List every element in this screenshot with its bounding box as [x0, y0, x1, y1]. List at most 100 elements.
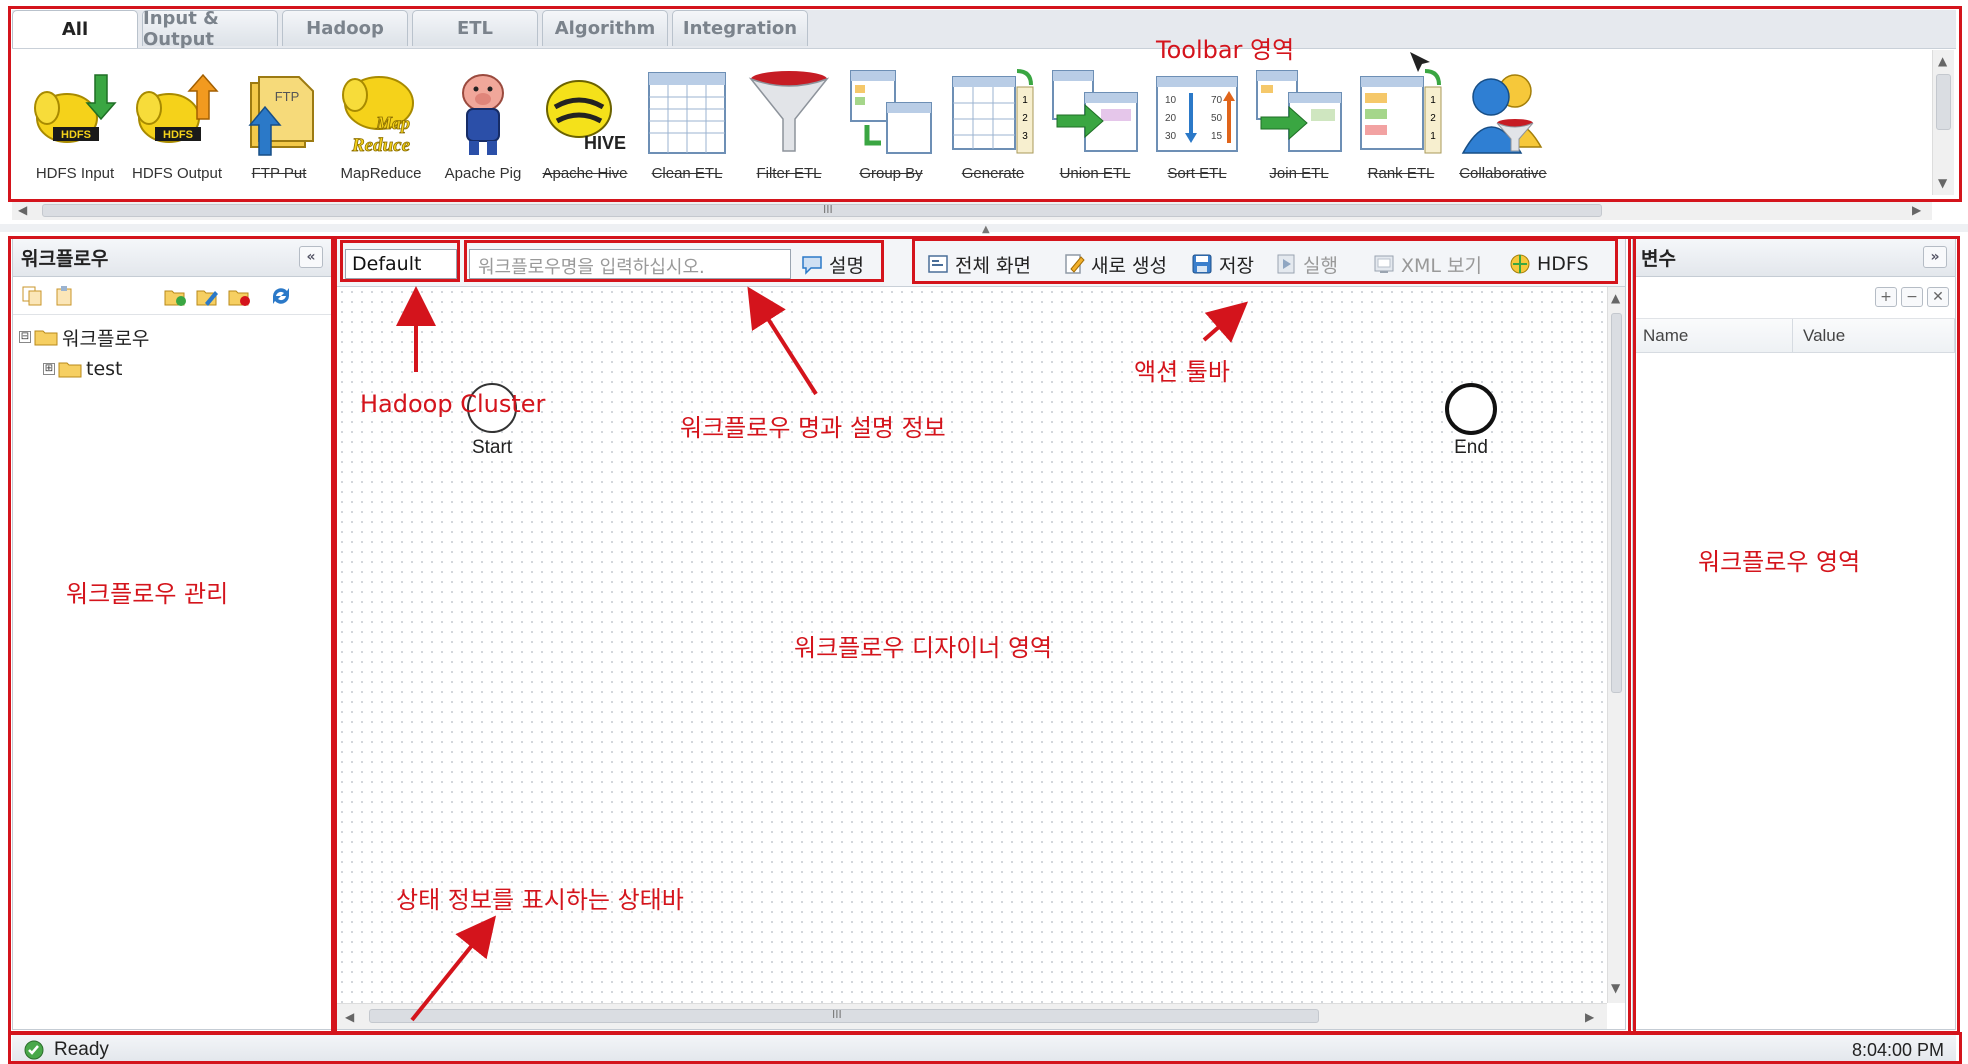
palette-horizontal-scrollbar[interactable]: ◀ III ▶	[12, 200, 1932, 220]
refresh-icon[interactable]	[269, 285, 293, 307]
generate-etl-icon: 1 2 3	[952, 69, 1034, 154]
panel-title: 변수	[1641, 248, 1676, 270]
status-time: 8:04:00 PM	[1851, 1040, 1944, 1060]
tab-integration[interactable]: Integration	[672, 10, 808, 46]
annotation-hadoop-cluster: Hadoop Cluster	[360, 390, 546, 418]
svg-text:HDFS: HDFS	[61, 129, 91, 141]
add-variable-button[interactable]: +	[1875, 287, 1897, 307]
scroll-down-icon[interactable]: ▼	[1938, 176, 1947, 190]
panel-header: 워크플로우 «	[13, 239, 331, 277]
annotation-status-bar: 상태 정보를 표시하는 상태바	[396, 886, 684, 914]
xml-view-icon	[1374, 255, 1394, 273]
delete-folder-icon[interactable]	[227, 285, 251, 307]
new-workflow-button[interactable]: 새로 생성	[1063, 250, 1167, 278]
svg-text:Reduce: Reduce	[351, 135, 411, 156]
mapreduce-icon: Map Reduce	[342, 76, 414, 156]
designer-vscroll-thumb[interactable]	[1611, 313, 1622, 693]
palette-tab-bar: All Input & Output Hadoop ETL Algorithm …	[12, 8, 1956, 50]
svg-text:FTP: FTP	[275, 89, 300, 104]
scroll-up-icon[interactable]: ▲	[1938, 54, 1947, 68]
scroll-left-icon[interactable]: ◀	[18, 203, 27, 217]
save-label: 저장	[1219, 254, 1254, 277]
tree-node-test[interactable]: ⊞ test	[19, 353, 325, 385]
fullscreen-label: 전체 화면	[955, 254, 1031, 277]
svg-text:2: 2	[1430, 113, 1436, 124]
svg-text:1: 1	[1430, 95, 1436, 106]
tree-node-root[interactable]: ⊟ 워크플로우	[19, 321, 325, 353]
designer-toolbar: Default 워크플로우명을 입력하십시오. 설명 전체 화면 새로 생성 저…	[337, 239, 1625, 287]
palette-item-collaborative-filtering[interactable]: Collaborative	[1440, 63, 1566, 199]
hdfs-input-icon: HDFS	[34, 74, 117, 143]
tab-etl[interactable]: ETL	[412, 10, 538, 46]
xml-view-label: XML 보기	[1401, 254, 1482, 277]
run-icon	[1277, 254, 1295, 274]
palette-hscroll-thumb[interactable]: III	[42, 203, 1602, 217]
tree-node-label: test	[86, 358, 123, 380]
hdfs-browser-icon	[1510, 254, 1530, 274]
fullscreen-button[interactable]: 전체 화면	[927, 250, 1031, 278]
clear-variables-button[interactable]: ✕	[1927, 287, 1949, 307]
new-folder-icon[interactable]	[163, 285, 187, 307]
workflow-name-input[interactable]: 워크플로우명을 입력하십시오.	[469, 249, 791, 279]
palette-vscroll-thumb[interactable]	[1936, 74, 1951, 130]
column-name[interactable]: Name	[1633, 319, 1793, 353]
join-etl-icon	[1256, 70, 1342, 152]
annotation-workflow-area: 워크플로우 영역	[1698, 548, 1861, 576]
panel-header: 변수 »	[1633, 239, 1955, 277]
tree-expand-icon[interactable]: ⊞	[43, 363, 55, 375]
tab-hadoop[interactable]: Hadoop	[282, 10, 408, 46]
workflow-tree: ⊟ 워크플로우 ⊞ test	[13, 315, 331, 391]
svg-text:3: 3	[1022, 131, 1028, 142]
save-button[interactable]: 저장	[1191, 250, 1254, 278]
tab-all[interactable]: All	[12, 10, 138, 48]
copy-icon[interactable]	[21, 285, 45, 307]
palette-vertical-scrollbar[interactable]: ▲ ▼	[1932, 50, 1954, 195]
rename-folder-icon[interactable]	[195, 285, 219, 307]
remove-variable-button[interactable]: −	[1901, 287, 1923, 307]
collapse-right-button[interactable]: »	[1923, 246, 1947, 268]
scroll-left-icon[interactable]: ◀	[345, 1010, 354, 1024]
tab-input-output[interactable]: Input & Output	[142, 8, 278, 50]
designer-vertical-scrollbar[interactable]: ▲ ▼	[1607, 287, 1625, 1003]
collaborative-filtering-icon	[1461, 74, 1543, 154]
hdfs-output-icon: HDFS	[136, 73, 219, 143]
svg-text:20: 20	[1165, 113, 1177, 124]
tree-collapse-icon[interactable]: ⊟	[19, 331, 31, 343]
tab-algorithm[interactable]: Algorithm	[542, 10, 668, 46]
svg-text:Map: Map	[375, 113, 410, 133]
hdfs-label: HDFS	[1537, 253, 1589, 275]
svg-text:15: 15	[1211, 131, 1223, 142]
scroll-right-icon[interactable]: ▶	[1912, 203, 1921, 217]
workflow-management-panel: 워크플로우 « ⊟ 워크플로우 ⊞ test	[12, 238, 332, 1030]
designer-horizontal-scrollbar[interactable]: ◀ III ▶	[337, 1003, 1607, 1029]
annotation-designer-area: 워크플로우 디자이너 영역	[794, 634, 1053, 662]
scroll-grip: III	[823, 203, 833, 216]
scroll-down-icon[interactable]: ▼	[1611, 981, 1620, 995]
svg-text:30: 30	[1165, 131, 1177, 142]
hadoop-cluster-select[interactable]: Default	[345, 249, 457, 279]
annotation-workflow-name-desc: 워크플로우 명과 설명 정보	[680, 414, 946, 442]
paste-icon[interactable]	[53, 285, 77, 307]
splitter-collapse-icon[interactable]: ▲	[982, 224, 990, 235]
save-icon	[1192, 254, 1212, 274]
variables-panel: 변수 » + − ✕ Name Value	[1632, 238, 1956, 1030]
annotation-workflow-management: 워크플로우 관리	[66, 580, 229, 608]
scroll-up-icon[interactable]: ▲	[1611, 291, 1620, 305]
designer-hscroll-thumb[interactable]: III	[369, 1008, 1319, 1023]
description-button[interactable]: 설명	[801, 250, 864, 278]
run-button[interactable]: 실행	[1275, 250, 1338, 278]
svg-text:2: 2	[1022, 113, 1028, 124]
speech-bubble-icon	[802, 256, 822, 275]
rank-etl-icon: 1 2 1	[1360, 69, 1442, 154]
xml-view-button[interactable]: XML 보기	[1373, 250, 1482, 278]
run-label: 실행	[1303, 254, 1338, 277]
scroll-right-icon[interactable]: ▶	[1585, 1010, 1594, 1024]
svg-text:HIVE: HIVE	[584, 133, 626, 153]
palette-label: Collaborative	[1459, 165, 1547, 182]
hdfs-browser-button[interactable]: HDFS	[1509, 250, 1589, 278]
column-value[interactable]: Value	[1793, 319, 1955, 353]
group-by-etl-icon	[850, 70, 932, 154]
end-node[interactable]	[1445, 383, 1497, 435]
collapse-left-button[interactable]: «	[299, 246, 323, 268]
check-circle-icon	[24, 1040, 44, 1060]
